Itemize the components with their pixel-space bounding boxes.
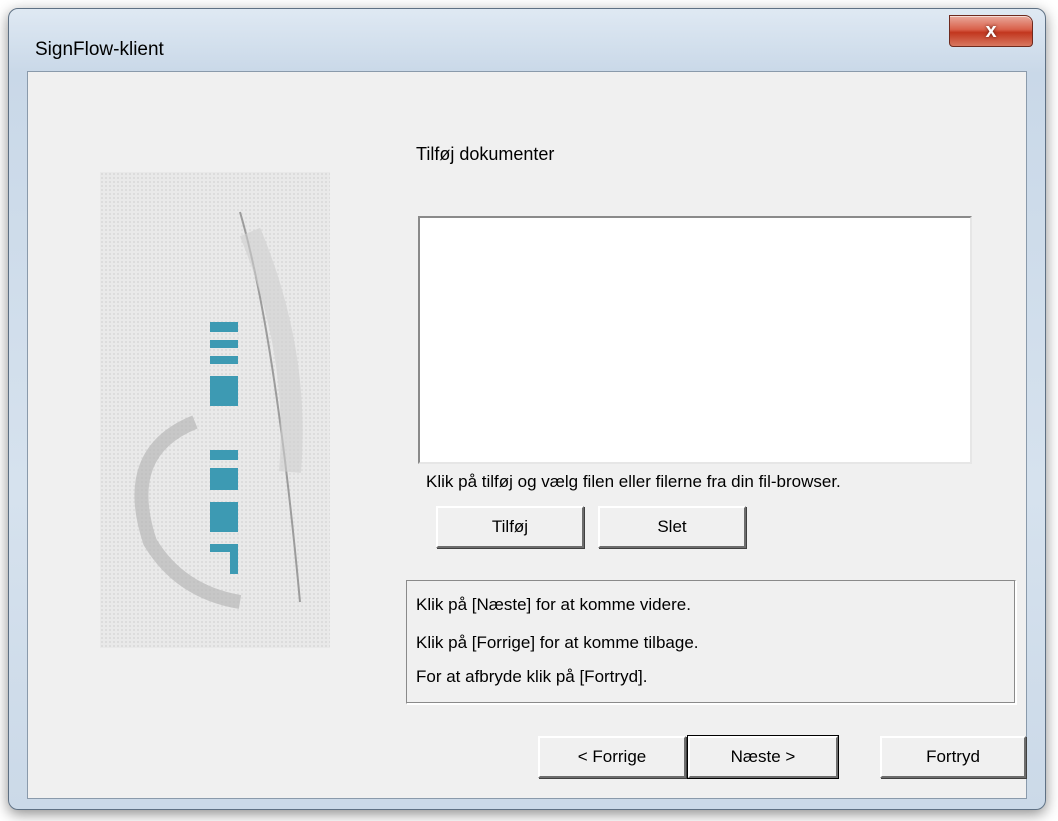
info-panel: Klik på [Næste] for at komme videre. Kli… [406, 580, 1016, 704]
info-back-text: Klik på [Forrige] for at komme tilbage. [416, 633, 699, 652]
logo-image [100, 172, 330, 648]
page-heading: Tilføj dokumenter [416, 144, 555, 164]
document-list[interactable] [418, 216, 972, 464]
add-button[interactable]: Tilføj [436, 506, 584, 548]
next-button[interactable]: Næste > [687, 735, 839, 779]
logo-artwork [134, 211, 303, 609]
dialog-content: Tilføj dokumenter Klik på tilføj og vælg… [27, 71, 1027, 799]
title-bar[interactable]: SignFlow-klient x [9, 9, 1045, 73]
close-icon: x [985, 19, 997, 42]
delete-button[interactable]: Slet [598, 506, 746, 548]
cancel-button[interactable]: Fortryd [880, 736, 1026, 778]
info-cancel-text: For at afbryde klik på [Fortryd]. [416, 667, 648, 686]
close-button[interactable]: x [949, 15, 1033, 47]
dialog-window: SignFlow-klient x Tilføj dokumenter Klik… [8, 8, 1046, 810]
info-next-text: Klik på [Næste] for at komme videre. [416, 595, 691, 614]
window-title: SignFlow-klient [35, 39, 164, 60]
instruction-text: Klik på tilføj og vælg filen eller filer… [426, 472, 841, 491]
back-button[interactable]: < Forrige [538, 736, 686, 778]
